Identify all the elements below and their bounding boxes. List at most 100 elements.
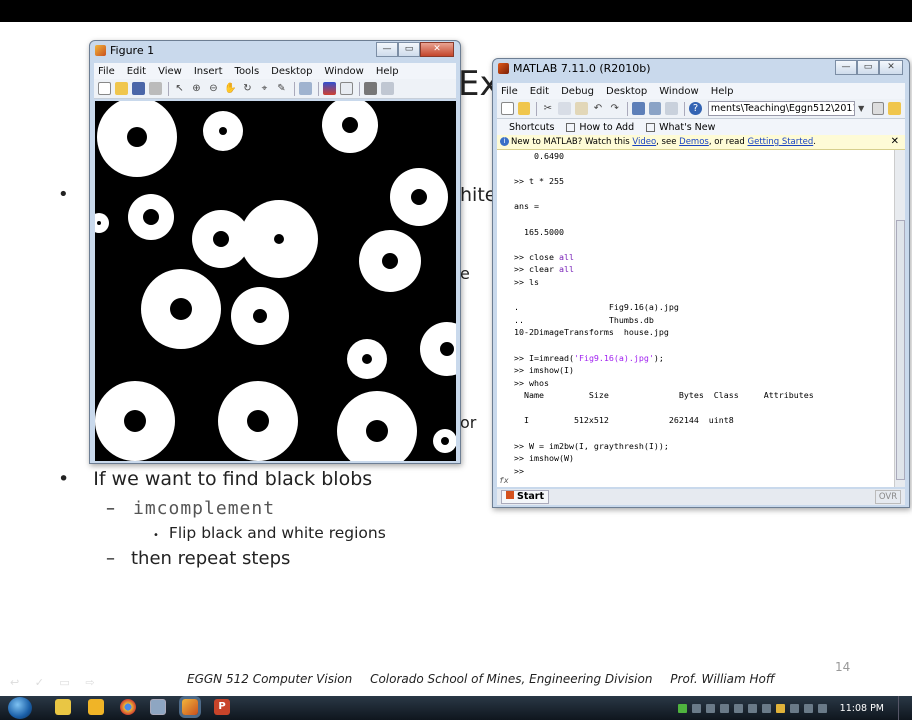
new-icon[interactable] (98, 82, 111, 95)
open-icon[interactable] (115, 82, 128, 95)
tray-icon[interactable] (691, 703, 701, 713)
menu-view[interactable]: View (158, 66, 182, 77)
close-notice-icon[interactable]: ✕ (891, 135, 899, 149)
folder-icon[interactable] (88, 699, 104, 715)
command-line (514, 289, 894, 302)
close-button[interactable]: ✕ (420, 42, 454, 57)
maximize-button[interactable]: ▭ (857, 60, 879, 75)
menu-help[interactable]: Help (711, 86, 734, 97)
bullet-dot: • (58, 184, 69, 205)
new-file-icon[interactable] (501, 102, 514, 115)
menu-desktop[interactable]: Desktop (606, 86, 647, 97)
command-window[interactable]: 0.6490 >> t * 255 ans = 165.5000 >> close a… (497, 150, 894, 487)
show-desktop-button[interactable] (898, 696, 908, 720)
paste-icon[interactable] (574, 102, 588, 115)
legend-icon[interactable] (340, 82, 353, 95)
rotate-icon[interactable]: ↻ (241, 82, 254, 95)
tray-icon[interactable] (733, 703, 743, 713)
blob-hole (441, 437, 449, 445)
chrome-icon[interactable] (120, 699, 136, 715)
copy-icon[interactable] (558, 102, 571, 115)
windows-start-button[interactable] (8, 697, 32, 719)
tray-icon[interactable] (789, 703, 799, 713)
network-icon[interactable] (803, 703, 813, 713)
desktop-icon[interactable] (150, 699, 166, 715)
menu-desktop[interactable]: Desktop (271, 66, 312, 77)
figure-toolbar: ↖ ⊕ ⊖ ✋ ↻ ⌖ ✎ (94, 79, 456, 99)
minimize-button[interactable]: — (376, 42, 398, 57)
menu-debug[interactable]: Debug (561, 86, 594, 97)
zoom-in-icon[interactable]: ⊕ (190, 82, 203, 95)
simulink-icon[interactable] (632, 102, 645, 115)
shortcut-icon (566, 122, 576, 132)
page-number: 14 (835, 660, 851, 674)
zoom-out-icon[interactable]: ⊖ (207, 82, 220, 95)
help-icon[interactable]: ? (689, 102, 702, 115)
menu-window[interactable]: Window (659, 86, 698, 97)
link-icon[interactable] (299, 82, 312, 95)
tray-icon[interactable] (747, 703, 757, 713)
current-folder-field[interactable]: ments\Teaching\Eggn512\2011\demos (707, 101, 855, 116)
browse-folder-icon[interactable] (871, 102, 885, 115)
volume-icon[interactable] (817, 703, 827, 713)
show-plot-icon[interactable] (381, 82, 394, 95)
video-link[interactable]: Video (632, 137, 656, 147)
open-icon[interactable] (517, 102, 531, 115)
tray-icon[interactable] (775, 703, 785, 713)
command-line: 0.6490 (514, 151, 564, 161)
brush-icon[interactable]: ✎ (275, 82, 288, 95)
tray-icon[interactable] (705, 703, 715, 713)
whats-new-link[interactable]: What's New (659, 122, 715, 133)
demos-link[interactable]: Demos (679, 137, 709, 147)
menu-edit[interactable]: Edit (127, 66, 146, 77)
blob-hole (97, 221, 101, 225)
command-scrollbar[interactable] (894, 150, 905, 487)
start-button[interactable]: Start (501, 490, 550, 504)
minimize-button[interactable]: — (835, 60, 857, 75)
slideshow-controls[interactable]: ↩ ✓ ▭ ⇨ (10, 676, 101, 689)
menu-file[interactable]: File (98, 66, 115, 77)
explorer-icon[interactable] (55, 699, 71, 715)
menu-edit[interactable]: Edit (530, 86, 549, 97)
maximize-button[interactable]: ▭ (398, 42, 420, 57)
tray-icon[interactable] (719, 703, 729, 713)
profiler-icon[interactable] (665, 102, 679, 115)
close-button[interactable]: ✕ (879, 60, 903, 75)
tray-icon[interactable] (761, 703, 771, 713)
tray-icon[interactable] (677, 703, 687, 713)
menu-window[interactable]: Window (324, 66, 363, 77)
notice-text: . (813, 137, 816, 147)
hide-plot-icon[interactable] (364, 82, 377, 95)
command-line: >> W = im2bw(I, graythresh(I)); (514, 440, 669, 451)
print-icon[interactable] (149, 82, 162, 95)
figure-titlebar[interactable]: Figure 1 — ▭ ✕ (90, 41, 460, 61)
fx-icon[interactable]: fx (499, 475, 509, 487)
matlab-icon[interactable] (182, 699, 198, 715)
getting-started-link[interactable]: Getting Started (748, 137, 814, 147)
shortcuts-label[interactable]: Shortcuts (509, 122, 554, 133)
how-to-add-link[interactable]: How to Add (579, 122, 634, 133)
redo-icon[interactable]: ↷ (608, 102, 621, 115)
powerpoint-icon[interactable]: P (214, 699, 230, 715)
up-folder-icon[interactable] (888, 102, 901, 115)
matlab-window[interactable]: MATLAB 7.11.0 (R2010b) — ▭ ✕ File Edit D… (492, 58, 910, 508)
save-icon[interactable] (132, 82, 145, 95)
folder-dropdown-icon[interactable]: ▼ (855, 102, 868, 115)
cut-icon[interactable]: ✂ (541, 102, 554, 115)
menu-tools[interactable]: Tools (235, 66, 260, 77)
figure-window[interactable]: Figure 1 — ▭ ✕ File Edit View Insert Too… (89, 40, 461, 464)
scrollbar-thumb[interactable] (896, 220, 905, 480)
guide-icon[interactable] (648, 102, 662, 115)
menu-help[interactable]: Help (376, 66, 399, 77)
blob-hole (382, 253, 398, 269)
menu-file[interactable]: File (501, 86, 518, 97)
pointer-icon[interactable]: ↖ (173, 82, 186, 95)
menu-insert[interactable]: Insert (194, 66, 223, 77)
figure-image[interactable] (95, 101, 456, 461)
data-cursor-icon[interactable]: ⌖ (258, 82, 271, 95)
undo-icon[interactable]: ↶ (592, 102, 605, 115)
clock[interactable]: 11:08 PM (840, 703, 884, 714)
colorbar-icon[interactable] (323, 82, 336, 95)
pan-icon[interactable]: ✋ (224, 82, 237, 95)
matlab-titlebar[interactable]: MATLAB 7.11.0 (R2010b) — ▭ ✕ (493, 59, 909, 79)
